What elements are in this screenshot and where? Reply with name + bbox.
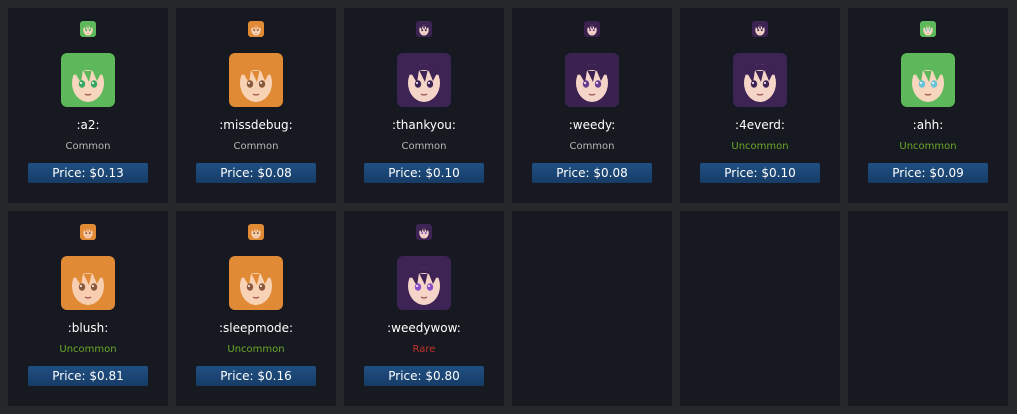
emoticon-grid: :a2: Common Price: $0.13 :missdebug: Com… [8, 8, 1008, 406]
orange-haired-girl-emote-icon [248, 21, 264, 37]
emoticon-rarity: Common [569, 141, 615, 152]
emoticon-name: :blush: [67, 321, 109, 335]
emoticon-card[interactable]: :blush: Uncommon Price: $0.81 [8, 211, 168, 406]
orange-haired-girl-emote-icon [229, 53, 283, 107]
price-button[interactable]: Price: $0.08 [196, 163, 316, 183]
emoticon-name: :thankyou: [392, 118, 456, 132]
orange-haired-girl-sleeping-emote-icon [229, 256, 283, 310]
emoticon-card[interactable]: :sleepmode: Uncommon Price: $0.16 [176, 211, 336, 406]
purple-haired-girl-sleepy-emote-icon [733, 53, 787, 107]
emoticon-card[interactable]: :missdebug: Common Price: $0.08 [176, 8, 336, 203]
emoticon-rarity: Uncommon [731, 141, 789, 152]
emoticon-rarity: Common [233, 141, 279, 152]
purple-haired-girl-surprised-emote-icon [397, 256, 451, 310]
emoticon-name: :4everd: [735, 118, 785, 132]
emoticon-card[interactable]: :ahh: Uncommon Price: $0.09 [848, 8, 1008, 203]
purple-haired-girl-sleepy-emote-icon [752, 21, 768, 37]
purple-haired-girl-smiling-emote-icon [397, 53, 451, 107]
empty-slot [512, 211, 672, 406]
emoticon-name: :ahh: [912, 118, 944, 132]
emoticon-card[interactable]: :a2: Common Price: $0.13 [8, 8, 168, 203]
price-button[interactable]: Price: $0.08 [532, 163, 652, 183]
emoticon-rarity: Common [65, 141, 111, 152]
emoticon-name: :sleepmode: [218, 321, 294, 335]
emoticon-rarity: Rare [412, 344, 436, 355]
emoticon-rarity: Common [401, 141, 447, 152]
emoticon-name: :a2: [76, 118, 100, 132]
price-button[interactable]: Price: $0.13 [28, 163, 148, 183]
price-button[interactable]: Price: $0.10 [364, 163, 484, 183]
empty-slot [848, 211, 1008, 406]
emoticon-name: :missdebug: [219, 118, 293, 132]
green-haired-girl-shocked-emote-icon [901, 53, 955, 107]
emoticon-card[interactable]: :weedy: Common Price: $0.08 [512, 8, 672, 203]
emoticon-name: :weedy: [568, 118, 616, 132]
emoticon-card[interactable]: :4everd: Uncommon Price: $0.10 [680, 8, 840, 203]
emoticon-rarity: Uncommon [227, 344, 285, 355]
price-button[interactable]: Price: $0.16 [196, 366, 316, 386]
green-haired-girl-shocked-emote-icon [920, 21, 936, 37]
price-button[interactable]: Price: $0.09 [868, 163, 988, 183]
price-button[interactable]: Price: $0.10 [700, 163, 820, 183]
emoticon-name: :weedywow: [387, 321, 461, 335]
orange-haired-girl-sleeping-emote-icon [248, 224, 264, 240]
green-haired-girl-emote-icon [61, 53, 115, 107]
purple-haired-girl-emote-icon [584, 21, 600, 37]
emoticon-card[interactable]: :thankyou: Common Price: $0.10 [344, 8, 504, 203]
emoticon-rarity: Uncommon [899, 141, 957, 152]
price-button[interactable]: Price: $0.81 [28, 366, 148, 386]
price-button[interactable]: Price: $0.80 [364, 366, 484, 386]
orange-haired-girl-blushing-emote-icon [61, 256, 115, 310]
empty-slot [680, 211, 840, 406]
orange-haired-girl-blushing-emote-icon [80, 224, 96, 240]
emoticon-card[interactable]: :weedywow: Rare Price: $0.80 [344, 211, 504, 406]
green-haired-girl-emote-icon [80, 21, 96, 37]
purple-haired-girl-emote-icon [565, 53, 619, 107]
purple-haired-girl-smiling-emote-icon [416, 21, 432, 37]
emoticon-rarity: Uncommon [59, 344, 117, 355]
purple-haired-girl-surprised-emote-icon [416, 224, 432, 240]
